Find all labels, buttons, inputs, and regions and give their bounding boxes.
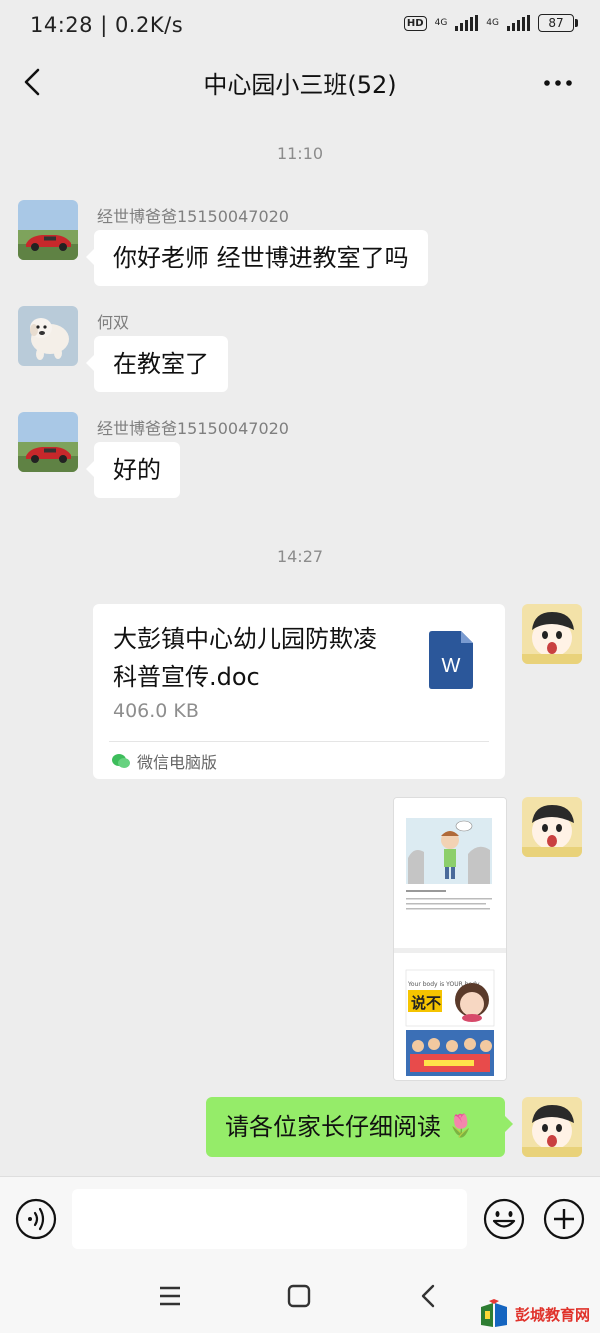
avatar-car[interactable]	[18, 200, 78, 260]
message-bubble[interactable]: 你好老师 经世博进教室了吗	[86, 230, 428, 286]
chat-header: 中心园小三班(52)	[0, 52, 600, 114]
battery-level: 87	[548, 16, 564, 30]
status-icons: HD 4G 4G 87	[403, 14, 578, 32]
sender-name: 经世博爸爸15150047020	[97, 419, 289, 438]
status-bar: 14:28 | 0.2K/s HD 4G 4G 87	[0, 0, 600, 52]
avatar-self[interactable]	[522, 797, 582, 857]
file-source: 微信电脑版	[111, 749, 217, 773]
my-message-text: 请各位家长仔细阅读	[225, 1113, 441, 1141]
menu-icon[interactable]	[156, 1282, 184, 1310]
cartoon-avatar-image	[522, 1097, 582, 1157]
network-label-1: 4G	[434, 18, 448, 28]
file-name-line2: 科普宣传.doc	[113, 663, 260, 691]
dog-avatar-image	[18, 306, 78, 366]
file-message-card[interactable]: 大彭镇中心幼儿园防欺凌 科普宣传.doc 406.0 KB W 微信电脑版	[93, 604, 505, 779]
hd-badge: HD	[403, 15, 427, 31]
cartoon-avatar-image	[522, 797, 582, 857]
home-icon[interactable]	[285, 1282, 313, 1310]
message-bubble[interactable]: 好的	[86, 442, 180, 498]
cartoon-avatar-image	[522, 604, 582, 664]
voice-icon[interactable]	[15, 1198, 57, 1240]
file-source-label: 微信电脑版	[137, 753, 218, 772]
image-headline: 说不	[411, 994, 441, 1012]
file-size: 406.0 KB	[113, 700, 199, 722]
word-doc-icon: W	[429, 631, 473, 689]
avatar-self[interactable]	[522, 604, 582, 664]
sender-name: 何双	[97, 313, 130, 332]
avatar-car[interactable]	[18, 412, 78, 472]
avatar-dog[interactable]	[18, 306, 78, 366]
file-name-line1: 大彭镇中心幼儿园防欺凌	[113, 625, 377, 653]
doc-icon-letter: W	[442, 655, 461, 677]
timestamp: 11:10	[276, 144, 324, 163]
emoji-icon[interactable]	[483, 1198, 525, 1240]
signal-icon	[455, 15, 479, 31]
chat-title: 中心园小三班(52)	[203, 71, 397, 99]
signal-icon-2	[507, 15, 530, 31]
timestamp: 14:27	[276, 547, 324, 566]
my-message-bubble[interactable]: 请各位家长仔细阅读 🌷	[206, 1097, 513, 1157]
battery-icon: 87	[538, 14, 578, 32]
car-avatar-image	[18, 412, 78, 472]
watermark: 彭城教育网	[477, 1299, 590, 1329]
document-preview-image: Your body is YOUR body 说不	[394, 798, 506, 1080]
sender-name: 经世博爸爸15150047020	[97, 207, 289, 226]
watermark-text: 彭城教育网	[514, 1305, 590, 1324]
wechat-pc-icon	[112, 754, 130, 768]
file-name: 大彭镇中心幼儿园防欺凌 科普宣传.doc	[113, 620, 403, 696]
car-avatar-image	[18, 200, 78, 260]
message-bubble[interactable]: 在教室了	[86, 336, 228, 392]
image-message[interactable]: Your body is YOUR body 说不	[393, 797, 507, 1081]
message-input[interactable]	[72, 1189, 467, 1249]
tulip-emoji: 🌷	[447, 1114, 475, 1139]
more-options-icon[interactable]	[538, 63, 578, 103]
file-divider	[109, 741, 489, 742]
network-label-2: 4G	[486, 18, 499, 28]
status-time: 14:28 | 0.2K/s	[30, 13, 184, 37]
input-bar	[0, 1176, 600, 1261]
avatar-self[interactable]	[522, 1097, 582, 1157]
book-logo-icon	[480, 1299, 507, 1327]
plus-icon[interactable]	[543, 1198, 585, 1240]
back-icon[interactable]	[415, 1282, 443, 1310]
